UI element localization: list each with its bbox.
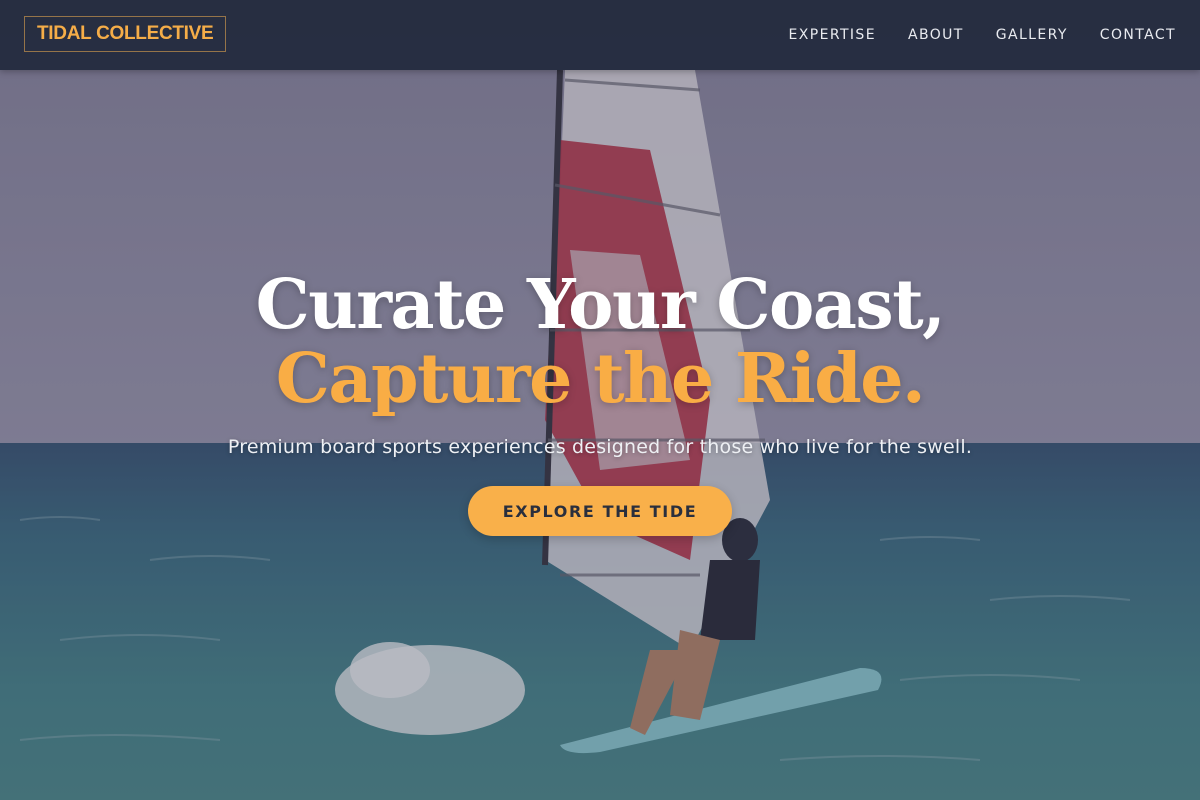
nav-link-expertise[interactable]: EXPERTISE xyxy=(789,27,876,43)
hero-section: Curate Your Coast, Capture the Ride. Pre… xyxy=(0,268,1200,536)
brand-logo[interactable]: TIDAL COLLECTIVE xyxy=(24,16,227,52)
nav-link-gallery[interactable]: GALLERY xyxy=(996,27,1068,43)
hero-subtitle: Premium board sports experiences designe… xyxy=(227,436,973,458)
hero-headline-line1: Curate Your Coast, xyxy=(255,265,946,345)
explore-cta-button[interactable]: EXPLORE THE TIDE xyxy=(468,486,732,536)
nav-link-about[interactable]: ABOUT xyxy=(908,27,964,43)
landing-page: TIDAL COLLECTIVE EXPERTISE ABOUT GALLERY… xyxy=(0,0,1200,800)
top-navbar: TIDAL COLLECTIVE EXPERTISE ABOUT GALLERY… xyxy=(0,0,1200,70)
nav-link-contact[interactable]: CONTACT xyxy=(1100,27,1176,43)
nav-links: EXPERTISE ABOUT GALLERY CONTACT xyxy=(789,0,1176,70)
hero-headline-line2: Capture the Ride. xyxy=(275,339,926,419)
hero-headline: Curate Your Coast, Capture the Ride. xyxy=(0,268,1200,416)
